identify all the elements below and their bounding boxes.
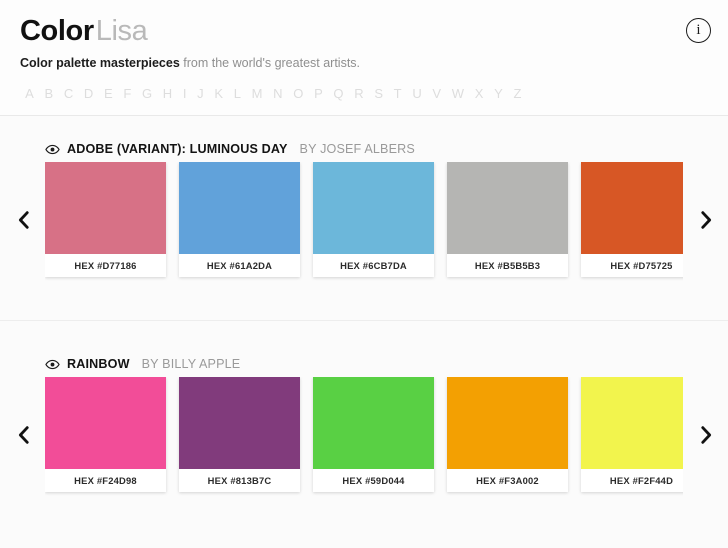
swatch-card[interactable]: HEX #61A2DA <box>179 162 300 277</box>
palette-artist[interactable]: BY JOSEF ALBERS <box>300 142 415 156</box>
swatch-hex-label: HEX #B5B5B3 <box>474 260 541 271</box>
alphabet-letter-n[interactable]: N <box>268 86 288 102</box>
palette-carousel: HEX #F24D98 HEX #813B7C HEX #59D044 HEX #F3… <box>0 377 728 507</box>
swatch-hex-label: HEX #F3A002 <box>476 475 539 486</box>
swatch-color-block[interactable] <box>447 162 568 254</box>
site-tagline: Color palette masterpieces from the worl… <box>20 55 708 71</box>
swatch-track: HEX #F24D98 HEX #813B7C HEX #59D044 HEX #F3… <box>45 377 683 507</box>
alphabet-letter-j[interactable]: J <box>192 86 209 102</box>
alphabet-letter-s[interactable]: S <box>369 86 388 102</box>
alphabet-letter-l[interactable]: L <box>229 86 247 102</box>
alphabet-letter-e[interactable]: E <box>99 86 118 102</box>
alphabet-letter-i[interactable]: I <box>178 86 192 102</box>
brand-name-secondary: Lisa <box>95 15 148 47</box>
swatch-color-block[interactable] <box>45 377 166 469</box>
alphabet-filter[interactable]: ABCDEFGHIJKLMNOPQRSTUVWXYZ <box>20 86 708 102</box>
swatch-hex-label: HEX #D77186 <box>74 260 137 271</box>
tagline-strong: Color palette masterpieces <box>20 56 180 70</box>
site-brand[interactable]: ColorLisa <box>20 14 708 48</box>
carousel-prev-button[interactable] <box>8 162 40 277</box>
swatch-card[interactable]: HEX #D75725 <box>581 162 683 277</box>
palette-list: ADOBE (VARIANT): LUMINOUS DAY BY JOSEF AL… <box>0 116 728 535</box>
brand-name-primary: Color <box>20 15 94 47</box>
carousel-viewport: HEX #D77186 HEX #61A2DA HEX #6CB7DA HEX #B5… <box>45 162 683 292</box>
swatch-hex-label: HEX #813B7C <box>207 475 272 486</box>
swatch-hex-label: HEX #D75725 <box>610 260 673 271</box>
swatch-color-block[interactable] <box>447 377 568 469</box>
swatch-card[interactable]: HEX #813B7C <box>179 377 300 492</box>
alphabet-letter-r[interactable]: R <box>349 86 369 102</box>
color-lisa-page: ColorLisa Color palette masterpieces fro… <box>0 0 728 548</box>
alphabet-letter-v[interactable]: V <box>427 86 446 102</box>
swatch-card[interactable]: HEX #6CB7DA <box>313 162 434 277</box>
alphabet-letter-d[interactable]: D <box>79 86 99 102</box>
swatch-hex-label: HEX #61A2DA <box>206 260 273 271</box>
swatch-hex-label: HEX #59D044 <box>342 475 405 486</box>
info-icon[interactable]: i <box>686 18 711 43</box>
tagline-rest: from the world's greatest artists. <box>179 56 361 70</box>
carousel-viewport: HEX #F24D98 HEX #813B7C HEX #59D044 HEX #F3… <box>45 377 683 507</box>
alphabet-letter-g[interactable]: G <box>137 86 158 102</box>
alphabet-letter-q[interactable]: Q <box>328 86 349 102</box>
palette-artist[interactable]: BY BILLY APPLE <box>142 357 241 371</box>
swatch-color-block[interactable] <box>179 377 300 469</box>
swatch-color-block[interactable] <box>581 377 683 469</box>
swatch-card[interactable]: HEX #F2F44D <box>581 377 683 492</box>
alphabet-letter-u[interactable]: U <box>407 86 427 102</box>
carousel-next-button[interactable] <box>690 162 722 277</box>
swatch-color-block[interactable] <box>45 162 166 254</box>
swatch-hex-label: HEX #F24D98 <box>74 475 137 486</box>
swatch-color-block[interactable] <box>313 162 434 254</box>
palette-section: RAINBOW BY BILLY APPLE HEX #F24D98 HEX #813… <box>0 320 728 535</box>
eye-icon[interactable] <box>45 142 60 157</box>
alphabet-letter-h[interactable]: H <box>158 86 178 102</box>
alphabet-letter-z[interactable]: Z <box>508 86 527 102</box>
carousel-next-button[interactable] <box>690 377 722 492</box>
alphabet-letter-b[interactable]: B <box>39 86 58 102</box>
swatch-card[interactable]: HEX #B5B5B3 <box>447 162 568 277</box>
site-header: ColorLisa Color palette masterpieces fro… <box>0 0 728 116</box>
alphabet-letter-k[interactable]: K <box>209 86 228 102</box>
alphabet-letter-f[interactable]: F <box>118 86 137 102</box>
swatch-card[interactable]: HEX #D77186 <box>45 162 166 277</box>
alphabet-letter-p[interactable]: P <box>309 86 328 102</box>
palette-title[interactable]: ADOBE (VARIANT): LUMINOUS DAY <box>67 142 288 156</box>
palette-section: ADOBE (VARIANT): LUMINOUS DAY BY JOSEF AL… <box>0 116 728 320</box>
swatch-hex-label: HEX #6CB7DA <box>340 260 407 271</box>
swatch-color-block[interactable] <box>179 162 300 254</box>
alphabet-letter-o[interactable]: O <box>288 86 309 102</box>
swatch-card[interactable]: HEX #F3A002 <box>447 377 568 492</box>
alphabet-letter-c[interactable]: C <box>59 86 79 102</box>
swatch-card[interactable]: HEX #F24D98 <box>45 377 166 492</box>
alphabet-letter-y[interactable]: Y <box>489 86 508 102</box>
alphabet-letter-m[interactable]: M <box>247 86 269 102</box>
alphabet-letter-w[interactable]: W <box>447 86 470 102</box>
palette-header: ADOBE (VARIANT): LUMINOUS DAY BY JOSEF AL… <box>0 116 728 160</box>
palette-title[interactable]: RAINBOW <box>67 357 130 371</box>
carousel-prev-button[interactable] <box>8 377 40 492</box>
alphabet-letter-x[interactable]: X <box>470 86 489 102</box>
eye-icon[interactable] <box>45 357 60 372</box>
palette-carousel: HEX #D77186 HEX #61A2DA HEX #6CB7DA HEX #B5… <box>0 162 728 292</box>
swatch-hex-label: HEX #F2F44D <box>609 475 674 486</box>
swatch-color-block[interactable] <box>581 162 683 254</box>
alphabet-letter-t[interactable]: T <box>389 86 408 102</box>
swatch-track: HEX #D77186 HEX #61A2DA HEX #6CB7DA HEX #B5… <box>45 162 683 292</box>
palette-header: RAINBOW BY BILLY APPLE <box>0 331 728 375</box>
swatch-card[interactable]: HEX #59D044 <box>313 377 434 492</box>
swatch-color-block[interactable] <box>313 377 434 469</box>
alphabet-letter-a[interactable]: A <box>20 86 39 102</box>
info-icon-glyph: i <box>696 22 701 38</box>
